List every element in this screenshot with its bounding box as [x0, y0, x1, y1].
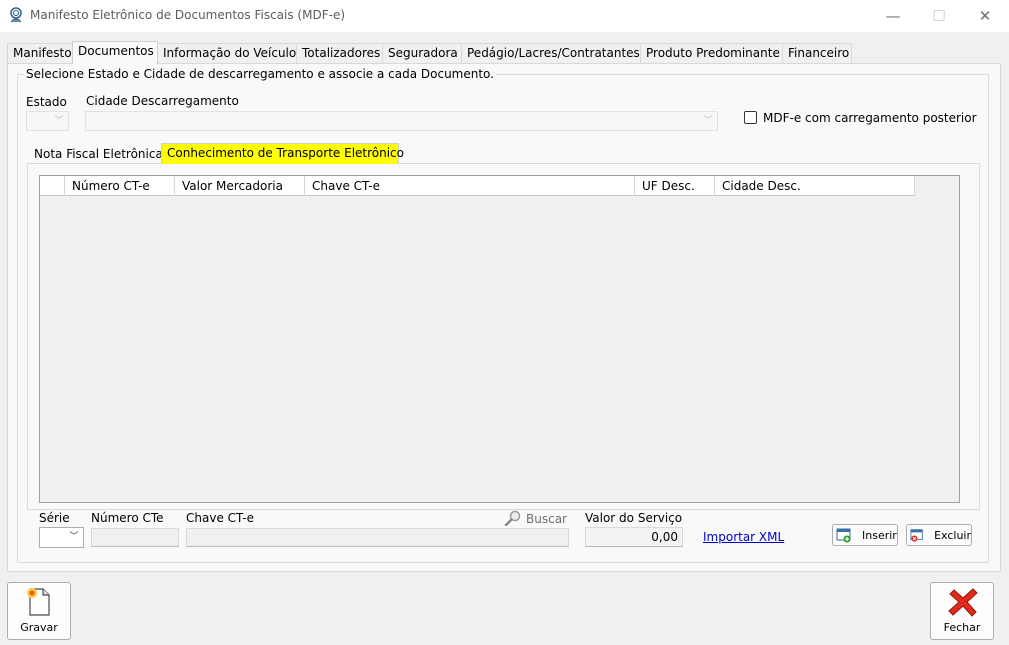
groupbox-legend: Selecione Estado e Cidade de descarregam… — [24, 67, 496, 81]
inserir-label: Inserir — [862, 528, 897, 542]
column-numero-cte[interactable]: Número CT-e — [64, 176, 174, 196]
column-valor-mercadoria[interactable]: Valor Mercadoria — [174, 176, 305, 196]
excluir-button[interactable]: Excluir — [906, 524, 972, 546]
gravar-button[interactable]: Gravar — [7, 582, 71, 640]
estado-label: Estado — [26, 95, 67, 109]
tab-pedagio-lacres-contratantes[interactable]: Pedágio/Lacres/Contratantes — [461, 43, 641, 63]
tab-manifesto[interactable]: Manifesto — [7, 43, 73, 63]
cidade-descarregamento-combobox[interactable]: ﹀ — [85, 111, 718, 131]
carregamento-posterior-label[interactable]: MDF-e com carregamento posterior — [763, 111, 977, 125]
gravar-label: Gravar — [20, 621, 58, 634]
buscar-button[interactable]: Buscar — [526, 512, 567, 526]
cidade-descarregamento-label: Cidade Descarregamento — [86, 94, 239, 108]
app-icon — [8, 7, 24, 23]
window-add-icon — [836, 528, 851, 543]
estado-combobox[interactable]: ﹀ — [26, 111, 69, 131]
inserir-button[interactable]: Inserir — [832, 524, 898, 546]
valor-servico-input[interactable]: 0,00 — [585, 527, 683, 547]
chave-cte-input[interactable] — [186, 528, 569, 547]
serie-combobox[interactable]: ﹀ — [39, 527, 84, 548]
minimize-button[interactable]: — — [870, 0, 916, 32]
cte-grid[interactable] — [39, 175, 960, 503]
tab-seguradora[interactable]: Seguradora — [382, 43, 462, 63]
carregamento-posterior-checkbox[interactable] — [744, 111, 757, 124]
importar-xml-link[interactable]: Importar XML — [703, 530, 784, 544]
numero-cte-label: Número CTe — [91, 511, 164, 525]
serie-label: Série — [39, 511, 70, 525]
tab-informacao-do-veiculo[interactable]: Informação do Veículo — [157, 43, 297, 63]
column-uf-desc[interactable]: UF Desc. — [634, 176, 715, 196]
grid-header: Número CT-e Valor Mercadoria Chave CT-e … — [40, 176, 915, 196]
chevron-down-icon: ﹀ — [54, 116, 64, 126]
red-x-icon — [948, 588, 978, 617]
window-delete-icon — [910, 529, 923, 542]
tab-financeiro[interactable]: Financeiro — [782, 43, 852, 63]
valor-servico-label: Valor do Serviço — [585, 511, 683, 525]
tab-produto-predominante[interactable]: Produto Predominante — [640, 43, 783, 63]
chevron-down-icon: ﹀ — [69, 532, 79, 542]
tab-totalizadores[interactable]: Totalizadores — [296, 43, 383, 63]
chave-cte-label: Chave CT-e — [186, 511, 254, 525]
tab-conhecimento-de-transporte-eletronico[interactable]: Conhecimento de Transporte Eletrônico — [161, 143, 404, 164]
column-chave-cte[interactable]: Chave CT-e — [304, 176, 635, 196]
tab-documentos[interactable]: Documentos — [72, 41, 158, 64]
column-cidade-desc[interactable]: Cidade Desc. — [714, 176, 915, 196]
new-document-icon — [27, 588, 50, 616]
fechar-button[interactable]: Fechar — [930, 582, 994, 640]
maximize-button[interactable]: ☐ — [916, 0, 962, 32]
fechar-label: Fechar — [943, 621, 981, 634]
grid-indicator-column — [40, 176, 65, 196]
tab-nota-fiscal-eletronica[interactable]: Nota Fiscal Eletrônica — [29, 145, 168, 164]
close-window-button[interactable]: ✕ — [962, 0, 1008, 32]
chevron-down-icon: ﹀ — [703, 116, 713, 126]
excluir-label: Excluir — [934, 528, 971, 542]
window-title: Manifesto Eletrônico de Documentos Fisca… — [30, 8, 346, 22]
numero-cte-input[interactable] — [91, 528, 179, 547]
magnifier-icon — [504, 510, 522, 527]
